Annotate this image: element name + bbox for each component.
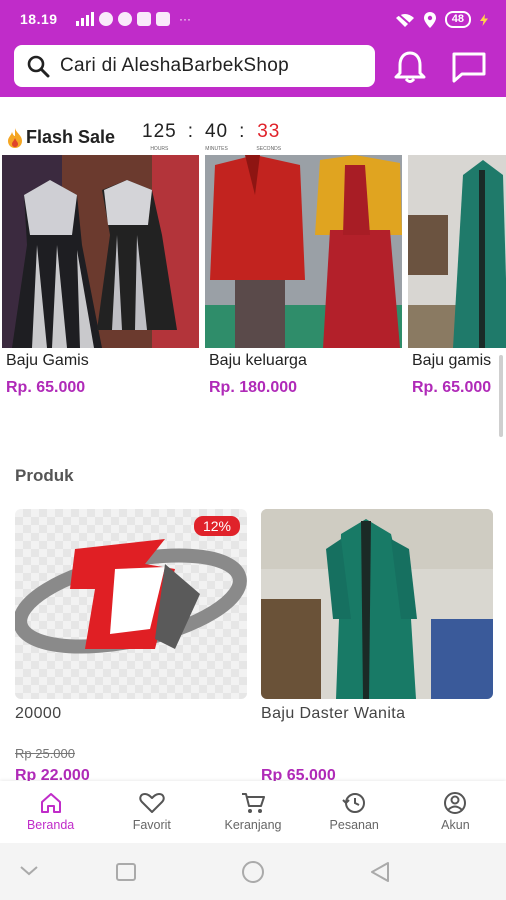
battery-indicator: 48: [444, 11, 471, 28]
product-image: [261, 509, 493, 699]
product-image: [408, 155, 506, 348]
product-name: 20000: [15, 705, 62, 722]
product-name: Baju Daster Wanita: [261, 705, 406, 722]
produk-section-title: Produk: [15, 466, 74, 485]
app-notification-icon: [137, 12, 151, 26]
product-name: Baju Gamis: [6, 352, 89, 369]
heart-icon: [139, 793, 165, 813]
timer-hours-label: HOURS: [150, 146, 169, 152]
home-icon: [40, 793, 61, 813]
flash-sale-timer: 125 HOURS : 40 MINUTES : 33 SECONDS: [142, 121, 282, 153]
product-old-price: Rp 25.000: [15, 746, 75, 761]
status-bar: 18.19 ··· 48: [0, 0, 506, 40]
nav-label-beranda: Beranda: [26, 818, 75, 832]
back-button-icon[interactable]: [370, 862, 390, 882]
cart-icon: [242, 793, 265, 813]
flash-sale-carousel[interactable]: Baju Gamis Rp. 65.000 Baju keluarga Rp. …: [0, 155, 506, 415]
timer-seconds-label: SECONDS: [256, 146, 282, 152]
telegram-icon-2: [118, 12, 132, 26]
product-price: Rp. 65.000: [6, 379, 86, 396]
discount-badge: 12%: [193, 516, 240, 536]
product-price: Rp. 65.000: [412, 379, 492, 396]
bottom-navigation: Beranda Favorit Keranjang Pesanan Akun: [0, 781, 506, 843]
search-input[interactable]: Cari di AleshaBarbekShop: [14, 45, 375, 87]
timer-hours: 125: [142, 121, 177, 142]
location-icon: [423, 11, 436, 28]
timer-seconds: 33: [257, 121, 281, 142]
recents-button-icon[interactable]: [116, 863, 136, 881]
charging-icon: [480, 13, 488, 26]
product-image: 12%: [15, 509, 247, 699]
flash-sale-label: Flash Sale: [26, 127, 116, 147]
chevron-down-icon[interactable]: [20, 866, 38, 876]
product-name: Baju keluarga: [209, 352, 307, 369]
bell-icon[interactable]: [392, 49, 428, 85]
timer-minutes-label: MINUTES: [205, 146, 228, 152]
nav-item-favorit[interactable]: Favorit: [101, 781, 202, 843]
home-button-icon[interactable]: [241, 861, 265, 883]
telkomsel-logo: [15, 539, 247, 654]
nav-label-akun: Akun: [441, 818, 470, 832]
timer-separator: :: [239, 121, 246, 142]
app-header: 18.19 ··· 48 Cari di AleshaBarbekShop: [0, 0, 506, 97]
product-image: [205, 155, 402, 348]
fire-icon: [8, 127, 22, 148]
product-price: Rp. 180.000: [209, 379, 298, 396]
flash-sale-header: Flash Sale 125 HOURS : 40 MINUTES : 33 SECO…: [6, 120, 506, 154]
more-notifications-icon: ···: [179, 12, 191, 26]
chat-icon[interactable]: [451, 49, 487, 85]
calendar-icon: [156, 12, 170, 26]
nav-label-pesanan: Pesanan: [329, 818, 379, 832]
scrollbar[interactable]: [499, 355, 503, 437]
timer-minutes: 40: [204, 121, 229, 142]
status-time: 18.19: [20, 11, 58, 27]
account-icon: [444, 792, 467, 814]
signal-icon: [76, 12, 94, 26]
flash-sale-item[interactable]: Baju keluarga Rp. 180.000: [205, 155, 402, 397]
flash-sale-item[interactable]: Baju gamis Rp. 65.000: [408, 155, 506, 397]
nav-item-pesanan[interactable]: Pesanan: [304, 781, 405, 843]
system-navigation-bar: [0, 843, 506, 900]
nav-item-akun[interactable]: Akun: [405, 781, 506, 843]
system-icons: 48: [395, 11, 488, 28]
product-card[interactable]: 12% 20000 Rp 25.000 Rp 22.000: [15, 509, 247, 784]
product-name: Baju gamis: [412, 352, 492, 369]
nav-label-keranjang: Keranjang: [224, 818, 282, 832]
timer-separator: :: [187, 121, 194, 142]
nav-item-keranjang[interactable]: Keranjang: [202, 781, 303, 843]
telegram-icon: [99, 12, 113, 26]
flash-sale-item[interactable]: Baju Gamis Rp. 65.000: [2, 155, 199, 397]
history-icon: [342, 793, 366, 813]
wifi-off-icon: [395, 11, 414, 28]
product-card[interactable]: Baju Daster Wanita Rp 65.000: [261, 509, 493, 784]
search-icon: [27, 55, 50, 78]
flash-sale-title: Flash Sale: [6, 127, 115, 148]
notification-icons: ···: [76, 12, 191, 26]
product-image: [2, 155, 199, 348]
nav-item-beranda[interactable]: Beranda: [0, 781, 101, 843]
search-placeholder: Cari di AleshaBarbekShop: [60, 55, 290, 76]
nav-label-favorit: Favorit: [132, 818, 171, 832]
